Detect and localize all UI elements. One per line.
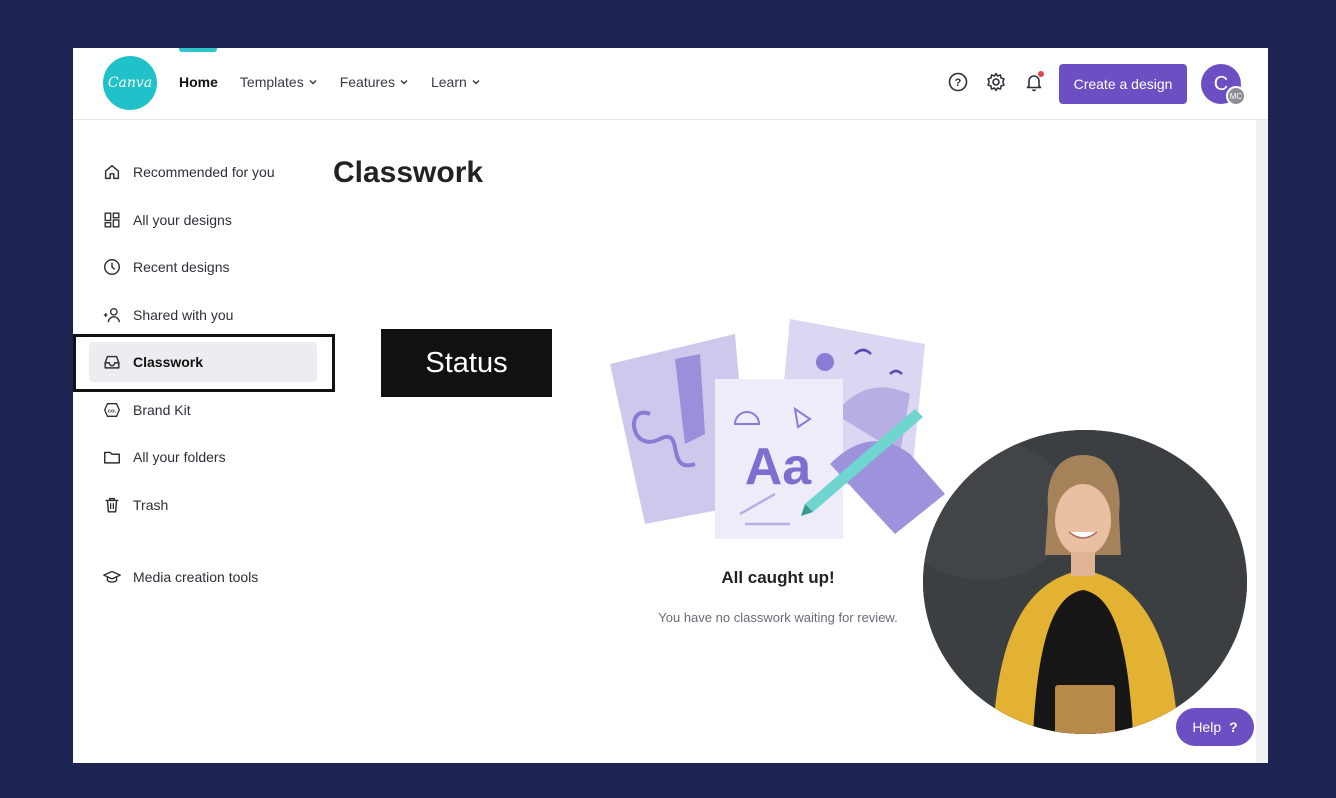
sidebar-item-classwork[interactable]: Classwork — [89, 342, 317, 382]
main-nav: Home Templates Features Learn — [179, 74, 481, 90]
chevron-down-icon — [309, 79, 317, 85]
folder-icon — [101, 446, 123, 468]
brand-kit-icon: co. — [101, 399, 123, 421]
question-icon: ? — [1229, 719, 1238, 735]
help-label: Help — [1192, 719, 1222, 735]
svg-text:Aa: Aa — [745, 438, 813, 496]
help-icon[interactable]: ? — [947, 71, 969, 93]
sidebar-item-brand-kit[interactable]: co. Brand Kit — [89, 390, 317, 430]
nav-templates-label: Templates — [239, 74, 304, 90]
presenter-video — [923, 430, 1247, 734]
graduation-cap-icon — [101, 566, 123, 588]
nav-home-label: Home — [179, 74, 218, 90]
clock-icon — [101, 256, 123, 278]
avatar[interactable]: C MC — [1201, 64, 1246, 106]
trash-icon — [101, 494, 123, 516]
presenter-portrait — [923, 430, 1247, 734]
status-annotation: Status — [381, 329, 552, 397]
sidebar-item-label: All your designs — [133, 212, 232, 228]
empty-state-title: All caught up! — [721, 568, 835, 587]
nav-learn-label: Learn — [430, 74, 467, 90]
sidebar-item-recommended[interactable]: Recommended for you — [89, 152, 317, 192]
sidebar-item-label: Recent designs — [133, 259, 230, 275]
sidebar-item-folders[interactable]: All your folders — [89, 437, 317, 477]
sidebar-item-shared[interactable]: Shared with you — [89, 295, 317, 335]
nav-learn[interactable]: Learn — [431, 74, 481, 90]
active-tab-marker — [179, 48, 217, 52]
page-title: Classwork — [333, 156, 484, 189]
sidebar-item-label: Media creation tools — [133, 569, 259, 585]
nav-features[interactable]: Features — [340, 74, 409, 90]
sidebar-item-label: Trash — [133, 497, 169, 513]
sidebar-item-label: Brand Kit — [133, 402, 191, 418]
notification-dot — [1038, 71, 1044, 77]
people-icon — [101, 304, 123, 326]
sidebar-item-all-designs[interactable]: All your designs — [89, 200, 317, 240]
empty-state-subtitle: You have no classwork waiting for review… — [658, 610, 898, 625]
sidebar-item-trash[interactable]: Trash — [89, 485, 317, 525]
sidebar-item-label: Shared with you — [133, 307, 234, 323]
top-bar: Canva Home Templates Features Learn ? Cr… — [73, 48, 1268, 120]
sidebar-item-media-tools[interactable]: Media creation tools — [89, 557, 317, 597]
create-design-button[interactable]: Create a design — [1059, 64, 1187, 104]
app-window: Canva Home Templates Features Learn ? Cr… — [73, 48, 1268, 763]
home-icon — [101, 161, 123, 183]
header-icons: ? — [947, 71, 1045, 93]
svg-text:co.: co. — [108, 408, 117, 414]
help-button[interactable]: Help ? — [1176, 708, 1254, 746]
sidebar-item-label: Classwork — [133, 354, 204, 370]
bell-icon[interactable] — [1023, 71, 1045, 93]
nav-templates[interactable]: Templates — [240, 74, 318, 90]
sidebar-item-label: Recommended for you — [133, 164, 275, 180]
svg-text:?: ? — [955, 77, 962, 89]
nav-features-label: Features — [339, 74, 395, 90]
inbox-icon — [101, 351, 123, 373]
scrollbar[interactable] — [1256, 120, 1268, 763]
sidebar-item-label: All your folders — [133, 449, 226, 465]
empty-state-illustration: Aa — [610, 319, 945, 539]
grid-icon — [101, 209, 123, 231]
chevron-down-icon — [400, 79, 408, 85]
chevron-down-icon — [472, 79, 480, 85]
avatar-badge: MC — [1226, 86, 1246, 106]
settings-icon[interactable] — [985, 71, 1007, 93]
canva-logo[interactable]: Canva — [103, 56, 157, 110]
sidebar-item-recent[interactable]: Recent designs — [89, 247, 317, 287]
nav-home[interactable]: Home — [179, 74, 218, 90]
